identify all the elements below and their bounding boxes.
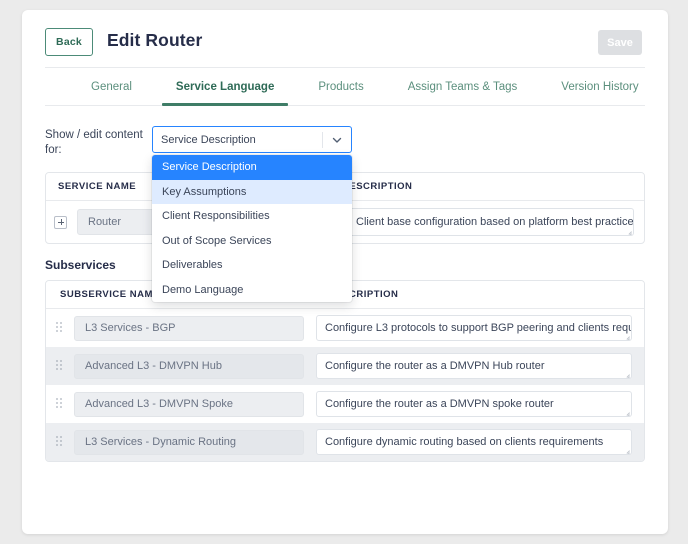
service-description-textarea[interactable]: Client base configuration based on platf… — [347, 208, 634, 236]
subservice-description-textarea[interactable]: Configure the router as a DMVPN Hub rout… — [316, 353, 632, 379]
subservice-name-input[interactable]: Advanced L3 - DMVPN Spoke — [74, 391, 304, 417]
content-filter: Show / edit content for: Service Descrip… — [45, 126, 645, 302]
drag-handle-icon[interactable] — [56, 398, 64, 410]
expand-row-icon[interactable] — [54, 215, 67, 229]
subservice-description-text: Configure the router as a DMVPN Hub rout… — [325, 360, 545, 372]
tab-service-language[interactable]: Service Language — [154, 68, 296, 106]
content-type-dropdown-menu[interactable]: Service Description Key Assumptions Clie… — [152, 155, 352, 302]
subservice-description-text: Configure the router as a DMVPN spoke ro… — [325, 398, 554, 410]
subservice-name-input[interactable]: Advanced L3 - DMVPN Hub — [74, 353, 304, 379]
back-button[interactable]: Back — [45, 28, 93, 56]
subservice-name-input[interactable]: L3 Services - BGP — [74, 315, 304, 341]
dropdown-option-client-responsibilities[interactable]: Client Responsibilities — [152, 204, 352, 229]
edit-router-page: Back Edit Router Save General Service La… — [22, 10, 668, 534]
table-row: Advanced L3 - DMVPN Hub Configure the ro… — [46, 347, 644, 385]
page-header: Back Edit Router Save — [45, 10, 645, 68]
tab-general[interactable]: General — [69, 68, 154, 105]
subservice-description-textarea[interactable]: Configure the router as a DMVPN spoke ro… — [316, 391, 632, 417]
drag-handle-icon[interactable] — [56, 360, 64, 372]
tab-products[interactable]: Products — [296, 68, 385, 105]
resize-handle-icon[interactable] — [625, 227, 632, 234]
drag-handle-icon[interactable] — [56, 436, 64, 448]
resize-handle-icon[interactable] — [623, 408, 630, 415]
save-button[interactable]: Save — [598, 30, 642, 55]
tab-bar: General Service Language Products Assign… — [45, 68, 645, 106]
dropdown-option-out-of-scope-services[interactable]: Out of Scope Services — [152, 229, 352, 254]
page-title: Edit Router — [107, 30, 203, 50]
tab-version-history[interactable]: Version History — [539, 68, 660, 105]
select-divider — [322, 132, 323, 148]
subservice-description-text: Configure L3 protocols to support BGP pe… — [325, 322, 631, 334]
subservice-description-text: Configure dynamic routing based on clien… — [325, 436, 604, 448]
content-type-select[interactable]: Service Description — [152, 126, 352, 153]
table-row: L3 Services - Dynamic Routing Configure … — [46, 423, 644, 461]
service-description-text: Client base configuration based on platf… — [356, 216, 634, 228]
resize-handle-icon[interactable] — [623, 370, 630, 377]
tab-assign-teams-tags[interactable]: Assign Teams & Tags — [386, 68, 540, 105]
dropdown-option-service-description[interactable]: Service Description — [152, 155, 352, 180]
content-type-select-control[interactable]: Service Description — [152, 126, 352, 153]
table-row: L3 Services - BGP Configure L3 protocols… — [46, 309, 644, 347]
subservice-description-textarea[interactable]: Configure L3 protocols to support BGP pe… — [316, 315, 632, 341]
dropdown-option-key-assumptions[interactable]: Key Assumptions — [152, 179, 352, 204]
content-filter-label: Show / edit content for: — [45, 129, 143, 156]
subservices-table: SUBSERVICE NAME DESCRIPTION L3 Services … — [45, 280, 645, 462]
subservice-description-textarea[interactable]: Configure dynamic routing based on clien… — [316, 429, 632, 455]
content-type-select-value: Service Description — [161, 133, 256, 146]
page-body: Show / edit content for: Service Descrip… — [45, 126, 645, 462]
chevron-down-icon[interactable] — [331, 134, 343, 146]
resize-handle-icon[interactable] — [623, 446, 630, 453]
dropdown-option-demo-language[interactable]: Demo Language — [152, 278, 352, 303]
subservice-name-input[interactable]: L3 Services - Dynamic Routing — [74, 429, 304, 455]
table-row: Advanced L3 - DMVPN Spoke Configure the … — [46, 385, 644, 423]
dropdown-option-deliverables[interactable]: Deliverables — [152, 253, 352, 278]
drag-handle-icon[interactable] — [56, 322, 64, 334]
